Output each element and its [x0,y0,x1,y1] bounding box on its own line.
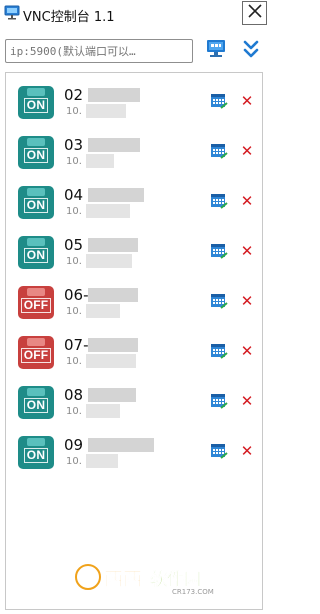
status-badge[interactable]: ON [18,136,54,169]
redacted-text [86,454,118,468]
svg-text:软件园: 软件园 [150,569,201,590]
server-ip: 10. [66,356,82,367]
server-name: 07- [64,336,89,354]
monitor-icon [206,39,226,63]
redacted-text [86,154,114,168]
schedule-icon[interactable] [210,92,228,110]
expand-button[interactable] [240,40,262,62]
list-item[interactable]: ON 03 10. ✕ [18,132,258,172]
status-badge[interactable]: ON [18,436,54,469]
schedule-icon[interactable] [210,242,228,260]
status-badge[interactable]: ON [18,236,54,269]
schedule-icon[interactable] [210,192,228,210]
close-button[interactable] [242,1,267,25]
watermark-logo: 西西 软件园 CR173.COM [74,560,246,596]
delete-icon[interactable]: ✕ [240,344,254,359]
list-item[interactable]: OFF 07- 10. ✕ [18,332,258,372]
redacted-text [88,288,138,302]
redacted-text [88,388,136,402]
server-name: 02 [64,86,84,104]
delete-icon[interactable]: ✕ [240,144,254,159]
redacted-text [86,204,130,218]
server-ip: 10. [66,206,82,217]
redacted-text [86,104,126,118]
delete-icon[interactable]: ✕ [240,444,254,459]
delete-icon[interactable]: ✕ [240,194,254,209]
server-ip: 10. [66,256,82,267]
delete-icon[interactable]: ✕ [240,244,254,259]
window-title: VNC控制台 1.1 [23,10,115,25]
server-ip: 10. [66,306,82,317]
address-input[interactable] [5,39,193,63]
list-item[interactable]: ON 09 10. ✕ [18,432,258,472]
server-ip: 10. [66,106,82,117]
redacted-text [88,338,138,352]
list-item[interactable]: ON 08 10. ✕ [18,382,258,422]
title-bar: VNC控制台 1.1 [0,0,268,27]
schedule-icon[interactable] [210,342,228,360]
server-ip: 10. [66,406,82,417]
list-item[interactable]: ON 04 10. ✕ [18,182,258,222]
delete-icon[interactable]: ✕ [240,394,254,409]
schedule-icon[interactable] [210,392,228,410]
server-list[interactable]: ON 02 10. ✕ ON 03 10. ✕ ON 04 10. ✕ ON 0… [5,72,263,610]
double-chevron-down-icon [243,40,259,63]
connect-monitor-button[interactable] [205,40,227,62]
server-name: 03 [64,136,84,154]
svg-text:西西: 西西 [104,568,142,590]
redacted-text [86,354,136,368]
server-ip: 10. [66,456,82,467]
list-item[interactable]: ON 02 10. ✕ [18,82,258,122]
status-badge[interactable]: OFF [18,286,54,319]
schedule-icon[interactable] [210,442,228,460]
schedule-icon[interactable] [210,142,228,160]
redacted-text [88,238,138,252]
status-badge[interactable]: ON [18,86,54,119]
delete-icon[interactable]: ✕ [240,94,254,109]
status-badge[interactable]: ON [18,386,54,419]
list-item[interactable]: ON 05 10. ✕ [18,232,258,272]
status-badge[interactable]: ON [18,186,54,219]
schedule-icon[interactable] [210,292,228,310]
svg-text:CR173.COM: CR173.COM [172,588,214,596]
redacted-text [88,138,140,152]
server-name: 09 [64,436,84,454]
status-badge[interactable]: OFF [18,336,54,369]
server-name: 04 [64,186,84,204]
redacted-text [86,254,132,268]
monitor-app-icon [4,5,20,20]
server-name: 05 [64,236,84,254]
redacted-text [86,404,120,418]
redacted-text [88,188,144,202]
server-name: 06- [64,286,89,304]
redacted-text [88,88,140,102]
list-item[interactable]: OFF 06- 10. ✕ [18,282,258,322]
redacted-text [88,438,154,452]
server-name: 08 [64,386,84,404]
delete-icon[interactable]: ✕ [240,294,254,309]
server-ip: 10. [66,156,82,167]
close-icon [247,3,263,24]
redacted-text [86,304,120,318]
